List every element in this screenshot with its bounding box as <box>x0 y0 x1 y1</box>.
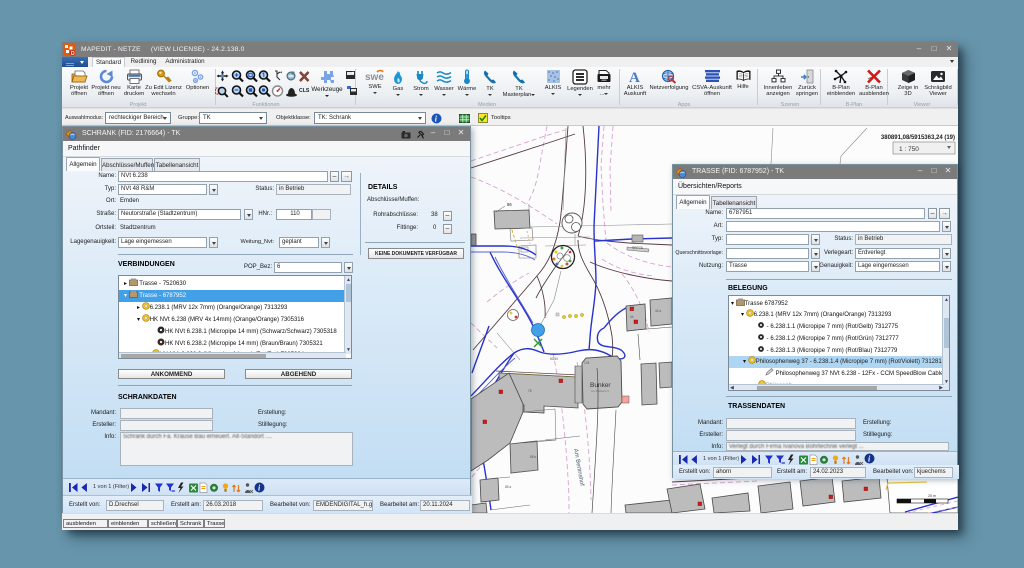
svg-text:44 a: 44 a <box>655 309 661 313</box>
svg-text:86: 86 <box>507 202 512 207</box>
svg-text:178: 178 <box>584 361 590 365</box>
svg-text:85 b: 85 b <box>530 455 536 459</box>
svg-text:380891,08/5915363,24 (19): 380891,08/5915363,24 (19) <box>881 135 955 141</box>
svg-text:swe: swe <box>365 72 384 83</box>
svg-text:A: A <box>629 70 640 84</box>
svg-text:Am Bollwerk 5: Am Bollwerk 5 <box>591 389 609 393</box>
svg-text:SB776: SB776 <box>632 246 643 250</box>
svg-text:Bunker: Bunker <box>590 382 611 389</box>
svg-text:1 : 750: 1 : 750 <box>899 146 919 153</box>
svg-text:85 a: 85 a <box>505 485 511 489</box>
svg-text:D: D <box>71 51 75 56</box>
svg-text:60/40: 60/40 <box>550 357 558 361</box>
svg-text:78: 78 <box>528 389 532 393</box>
svg-text:20 m: 20 m <box>928 494 936 498</box>
svg-text:44: 44 <box>630 315 634 319</box>
